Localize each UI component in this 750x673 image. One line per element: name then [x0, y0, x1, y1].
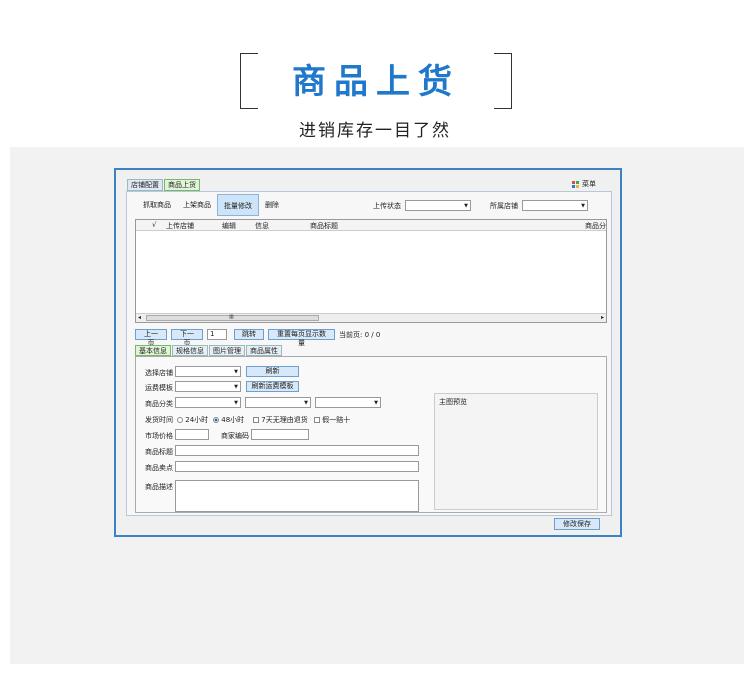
chevron-down-icon: ▼: [581, 202, 585, 209]
horizontal-scrollbar[interactable]: ◂ ▥ ▸: [136, 313, 606, 322]
title-bracket-right: [494, 53, 512, 109]
upload-status-label: 上传状态: [373, 201, 401, 210]
app-window: 店铺配置 商品上货 菜单 抓取商品 上架商品 批量修改 删除 上传状态 ▼ 所属…: [114, 168, 622, 537]
menu-label: 菜单: [582, 180, 596, 188]
preview-title: 主图预览: [439, 398, 467, 406]
category-select-3[interactable]: ▼: [315, 397, 381, 408]
grid-header: √ 上传店铺 编辑 信息 商品标题 商品分: [136, 220, 606, 231]
chevron-down-icon: ▼: [374, 399, 378, 406]
product-title-input[interactable]: [175, 445, 419, 456]
col-title[interactable]: 商品标题: [310, 221, 338, 231]
save-changes-button[interactable]: 修改保存: [554, 518, 600, 530]
merchant-code-input[interactable]: [251, 429, 309, 440]
ship-time-label: 发货时间: [145, 416, 173, 424]
scroll-left-icon[interactable]: ◂: [138, 314, 141, 321]
selling-point-label: 商品卖点: [145, 464, 173, 472]
radio-24h[interactable]: 24小时: [177, 415, 208, 425]
category-select-1[interactable]: ▼: [175, 397, 241, 408]
tab-image-manage[interactable]: 图片管理: [209, 345, 245, 356]
toolbar: 抓取商品 上架商品 批量修改 删除: [137, 194, 285, 216]
list-products-button[interactable]: 上架商品: [177, 194, 217, 216]
jump-button[interactable]: 跳转: [234, 329, 264, 340]
next-page-button[interactable]: 下一页: [171, 329, 203, 347]
delete-button[interactable]: 删除: [259, 194, 285, 216]
checkbox-fake-compensation[interactable]: 假一赔十: [314, 415, 350, 425]
chevron-down-icon: ▼: [234, 399, 238, 406]
menu-button[interactable]: 菜单: [572, 179, 596, 189]
market-price-input[interactable]: [175, 429, 209, 440]
tab-shop-config[interactable]: 店铺配置: [127, 179, 163, 191]
col-check[interactable]: √: [152, 221, 156, 229]
chevron-down-icon: ▼: [464, 202, 468, 209]
scroll-right-icon[interactable]: ▸: [601, 314, 604, 321]
main-image-preview: 主图预览: [434, 393, 598, 510]
tab-basic-info[interactable]: 基本信息: [135, 345, 171, 356]
col-edit[interactable]: 编辑: [222, 221, 236, 231]
market-price-label: 市场价格: [145, 432, 173, 440]
batch-edit-button[interactable]: 批量修改: [217, 194, 259, 216]
page-subtitle: 进销库存一目了然: [299, 121, 451, 141]
scroll-grip-icon: ▥: [229, 314, 234, 320]
select-shop-dropdown[interactable]: ▼: [175, 366, 241, 377]
page-title: 商品上货: [292, 62, 460, 102]
description-textarea[interactable]: [175, 480, 419, 512]
scrollbar-thumb[interactable]: ▥: [146, 314, 319, 321]
top-tabs: 店铺配置 商品上货: [127, 179, 201, 191]
basic-info-form: 选择店铺 ▼ 刷新 运费模板 ▼ 刷新运费模板 商品分类 ▼ ▼ ▼ 发货时间 …: [135, 356, 607, 513]
tab-spec-info[interactable]: 规格信息: [172, 345, 208, 356]
refresh-shop-button[interactable]: 刷新: [246, 366, 299, 377]
refresh-shipping-button[interactable]: 刷新运费模板: [246, 381, 299, 392]
col-category[interactable]: 商品分: [585, 221, 606, 231]
product-title-label: 商品标题: [145, 448, 173, 456]
category-label: 商品分类: [145, 400, 173, 408]
page-number-input[interactable]: 1: [207, 329, 227, 340]
pager: 上一页 下一页 1 跳转 重置每页显示数量 当前页: 0 / 0: [135, 329, 381, 347]
title-bracket-left: [240, 53, 258, 109]
product-grid: √ 上传店铺 编辑 信息 商品标题 商品分 ◂ ▥ ▸: [135, 219, 607, 323]
upload-panel: 抓取商品 上架商品 批量修改 删除 上传状态 ▼ 所属店铺 ▼ √ 上传店铺 编…: [126, 191, 612, 516]
description-label: 商品描述: [145, 483, 173, 491]
current-page-text: 当前页: 0 / 0: [339, 330, 381, 339]
shop-filter-label: 所属店铺: [490, 201, 518, 210]
reset-page-size-button[interactable]: 重置每页显示数量: [268, 329, 335, 347]
page: 商品上货 进销库存一目了然 店铺配置 商品上货 菜单 抓取商品 上架商品 批量修…: [0, 0, 750, 673]
upload-status-filter: 上传状态 ▼: [373, 200, 471, 211]
radio-48h[interactable]: 48小时: [213, 415, 244, 425]
fetch-products-button[interactable]: 抓取商品: [137, 194, 177, 216]
detail-tabs: 基本信息 规格信息 图片管理 商品属性: [135, 345, 283, 356]
upload-status-select[interactable]: ▼: [405, 200, 471, 211]
merchant-code-label: 商家编码: [221, 432, 249, 440]
chevron-down-icon: ▼: [304, 399, 308, 406]
category-select-2[interactable]: ▼: [245, 397, 311, 408]
shop-select[interactable]: ▼: [522, 200, 588, 211]
chevron-down-icon: ▼: [234, 383, 238, 390]
chevron-down-icon: ▼: [234, 368, 238, 375]
tab-product-attrs[interactable]: 商品属性: [246, 345, 282, 356]
shipping-template-dropdown[interactable]: ▼: [175, 381, 241, 392]
col-info[interactable]: 信息: [255, 221, 269, 231]
selling-point-input[interactable]: [175, 461, 419, 472]
prev-page-button[interactable]: 上一页: [135, 329, 167, 347]
shipping-template-label: 运费模板: [145, 384, 173, 392]
select-shop-label: 选择店铺: [145, 369, 173, 377]
shop-filter: 所属店铺 ▼: [490, 200, 588, 211]
tab-product-upload[interactable]: 商品上货: [164, 179, 200, 191]
col-upload-shop[interactable]: 上传店铺: [166, 221, 194, 231]
menu-icon: [572, 180, 579, 188]
checkbox-7day-return[interactable]: 7天无理由退货: [253, 415, 308, 425]
